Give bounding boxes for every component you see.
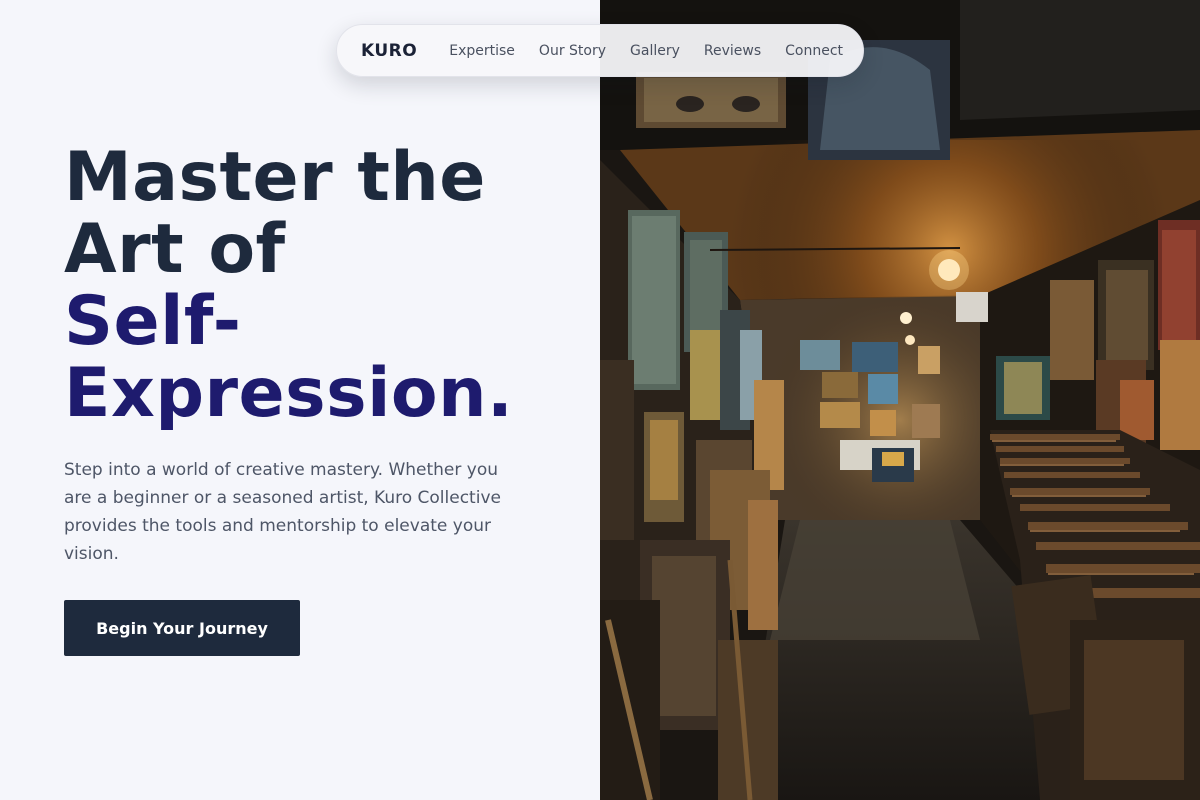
hero-headline: Master the Art of Self- Expression. (64, 142, 584, 430)
nav-link-expertise[interactable]: Expertise (449, 43, 515, 59)
begin-journey-button[interactable]: Begin Your Journey (64, 600, 300, 656)
nav-link-our-story[interactable]: Our Story (539, 43, 606, 59)
hero-description: Step into a world of creative mastery. W… (64, 460, 501, 564)
nav-link-reviews[interactable]: Reviews (704, 43, 761, 59)
nav-link-gallery[interactable]: Gallery (630, 43, 680, 59)
top-navigation: KURO Expertise Our Story Gallery Reviews… (336, 24, 864, 77)
kuro-logo[interactable]: KURO (361, 41, 417, 61)
art-shop-aisle-photo (600, 0, 1200, 800)
headline-line-3: Self- (64, 282, 242, 361)
hero-left-panel: Master the Art of Self- Expression. Step… (0, 0, 600, 800)
nav-links: Expertise Our Story Gallery Reviews Conn… (449, 43, 843, 59)
headline-line-1: Master the (64, 138, 486, 217)
headline-line-2: Art of (64, 210, 286, 289)
nav-link-connect[interactable]: Connect (785, 43, 843, 59)
headline-line-4: Expression. (64, 354, 514, 433)
